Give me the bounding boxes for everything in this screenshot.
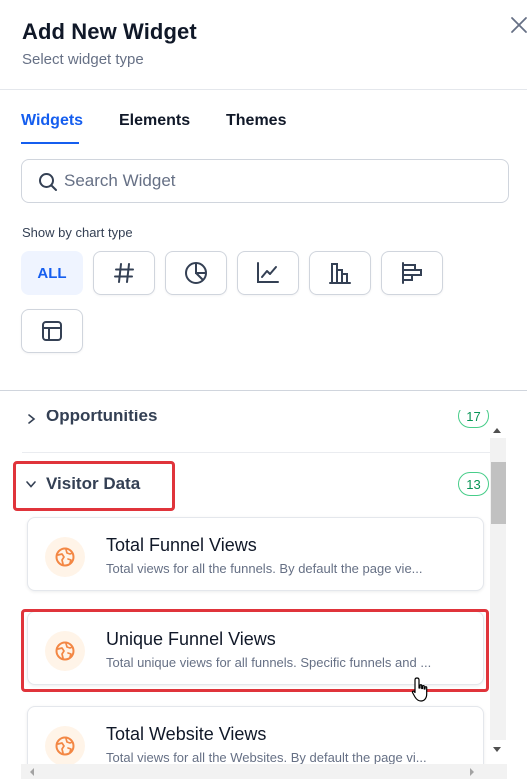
chart-filter-bar[interactable] [309, 251, 371, 295]
tab-widgets[interactable]: Widgets [21, 112, 83, 130]
group-title-visitor-data: Visitor Data [46, 474, 141, 493]
list-clip-mask [0, 391, 527, 410]
chart-filter-number[interactable] [93, 251, 155, 295]
analytics-globe-icon [45, 631, 85, 671]
group-visitor-data[interactable]: Visitor Data 13 [22, 464, 490, 504]
chart-filter-all[interactable]: ALL [21, 251, 83, 295]
chart-type-label: Show by chart type [22, 225, 133, 240]
scroll-right-arrow-icon[interactable] [468, 767, 476, 777]
group-separator [22, 452, 490, 453]
widget-description: Total views for all the funnels. By defa… [106, 561, 423, 576]
widget-tabs: Widgets Elements Themes [0, 90, 527, 146]
chevron-down-icon [26, 481, 36, 488]
number-icon [114, 263, 134, 283]
vertical-scrollbar-thumb[interactable] [491, 462, 506, 524]
modal-subtitle: Select widget type [22, 51, 144, 68]
widget-description: Total views for all the Websites. By def… [106, 750, 427, 765]
search-input[interactable] [64, 168, 494, 194]
chart-filter-line[interactable] [237, 251, 299, 295]
widget-title: Total Funnel Views [106, 535, 257, 555]
chart-filter-table[interactable] [21, 309, 83, 353]
tab-themes[interactable]: Themes [226, 112, 286, 130]
widget-card-total-funnel-views[interactable]: Total Funnel Views Total views for all t… [27, 517, 484, 591]
bar-chart-icon [329, 263, 351, 284]
table-icon [42, 321, 62, 341]
search-box [21, 159, 509, 203]
widget-card-unique-funnel-views[interactable]: Unique Funnel Views Total unique views f… [27, 611, 484, 685]
analytics-globe-icon [45, 537, 85, 577]
pie-chart-icon [185, 262, 207, 284]
group-count-badge: 13 [458, 472, 489, 496]
widget-title: Unique Funnel Views [106, 629, 276, 649]
widget-description: Total unique views for all funnels. Spec… [106, 655, 432, 670]
tab-elements[interactable]: Elements [119, 112, 190, 130]
scroll-up-arrow-icon[interactable] [492, 426, 502, 436]
chart-filter-pie[interactable] [165, 251, 227, 295]
scroll-down-arrow-icon[interactable] [492, 744, 502, 754]
chevron-right-icon [28, 414, 36, 424]
widget-title: Total Website Views [106, 724, 267, 744]
close-icon[interactable] [508, 14, 527, 36]
active-tab-indicator [21, 142, 79, 144]
chart-filter-horizontal-bar[interactable] [381, 251, 443, 295]
horizontal-bar-chart-icon [402, 262, 422, 284]
scroll-left-arrow-icon[interactable] [28, 767, 36, 777]
analytics-globe-icon [45, 726, 85, 766]
search-icon [38, 172, 58, 192]
chart-filter-all-label: ALL [37, 264, 67, 282]
horizontal-scrollbar[interactable] [21, 764, 507, 779]
line-chart-icon [257, 262, 279, 283]
modal-title: Add New Widget [22, 19, 197, 44]
modal-header: Add New Widget Select widget type [0, 0, 527, 90]
